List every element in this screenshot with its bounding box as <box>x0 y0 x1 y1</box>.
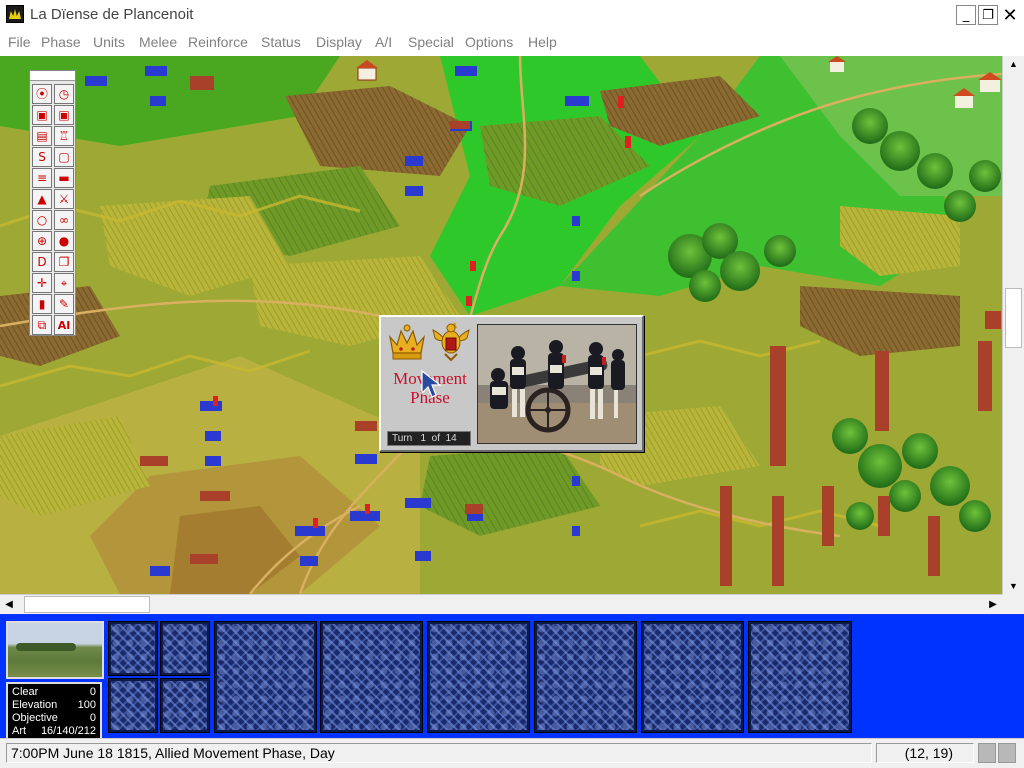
report-icon[interactable]: ≡ <box>32 168 52 188</box>
title-bar: La Dïense de Plancenoit _ ❐ ✕ <box>0 0 1024 30</box>
menu-special[interactable]: Special <box>408 34 454 50</box>
terrain-row-art: Art 16/140/212 <box>12 725 96 738</box>
terrain-value: 0 <box>89 712 96 724</box>
target-icon[interactable]: ⊕ <box>32 231 52 251</box>
unit-slot[interactable] <box>748 621 852 733</box>
clock-icon[interactable]: ◷ <box>54 84 74 104</box>
stack-icon[interactable]: ▤ <box>32 126 52 146</box>
terrain-label: Art <box>12 725 27 737</box>
scroll-right-arrow-icon[interactable]: ▶ <box>984 595 1002 614</box>
horizontal-scrollbar[interactable]: ◀ ▶ <box>0 594 1002 614</box>
terrain-row-elevation: Elevation 100 <box>12 699 96 712</box>
menu-reinforce[interactable]: Reinforce <box>188 34 248 50</box>
trash-all-icon[interactable]: ▣ <box>54 105 74 125</box>
move-arrows-icon[interactable]: ✛ <box>32 273 52 293</box>
menu-ai[interactable]: A/I <box>375 34 392 50</box>
menu-status[interactable]: Status <box>261 34 301 50</box>
status-bar: 7:00PM June 18 1815, Allied Movement Pha… <box>0 738 1024 768</box>
terrain-info-box: Clear 0 Elevation 100 Objective 0 Art 16… <box>6 682 102 744</box>
ball-icon[interactable]: ● <box>54 231 74 251</box>
crown-icon <box>389 324 425 360</box>
scroll-up-arrow-icon[interactable]: ▲ <box>1003 56 1024 72</box>
vertical-scroll-thumb[interactable] <box>1005 288 1022 348</box>
unit-slot[interactable] <box>108 678 158 733</box>
tool-palette: ⦿ ◷ ▣ ▣ ▤ ♖ S ▢ ≡ ▬ ▲ ⚔ ○ ∞ ⊕ ● D ❐ ✛ ⌖ ▮ ✎ ⧉ AI <box>29 70 76 336</box>
unit-slot[interactable] <box>641 621 744 733</box>
terrain-value: 16/140/212 <box>40 725 96 737</box>
window-title: La Dïense de Plancenoit <box>30 6 194 23</box>
binoculars-icon[interactable]: ∞ <box>54 210 74 230</box>
menu-phase[interactable]: Phase <box>41 34 81 50</box>
troops-icon[interactable]: ♖ <box>54 126 74 146</box>
terrain-label: Clear <box>12 686 39 698</box>
status-message: 7:00PM June 18 1815, Allied Movement Pha… <box>6 743 872 763</box>
terrain-label: Objective <box>12 712 58 724</box>
terrain-row-clear: Clear 0 <box>12 686 96 699</box>
oval-icon[interactable]: ▬ <box>54 168 74 188</box>
unit-slot[interactable] <box>534 621 637 733</box>
menu-display[interactable]: Display <box>316 34 362 50</box>
artillery-crew-image <box>477 324 637 444</box>
pyramid-icon[interactable]: ▲ <box>32 189 52 209</box>
frame-icon[interactable]: ▢ <box>54 147 74 167</box>
menu-bar: File Phase Units Melee Reinforce Status … <box>0 30 1024 54</box>
tool-palette-titlebar[interactable] <box>30 71 75 81</box>
menu-units[interactable]: Units <box>93 34 125 50</box>
scroll-down-arrow-icon[interactable]: ▼ <box>1003 578 1024 594</box>
ai-icon[interactable]: AI <box>54 315 74 335</box>
trash-can-icon[interactable]: ▣ <box>32 105 52 125</box>
scroll-s-icon[interactable]: S <box>32 147 52 167</box>
circle-icon[interactable]: ○ <box>32 210 52 230</box>
menu-melee[interactable]: Melee <box>139 34 177 50</box>
unit-slot[interactable] <box>160 678 210 733</box>
vertical-scrollbar[interactable]: ▲ ▼ <box>1002 56 1024 594</box>
terrain-value: 100 <box>77 699 96 711</box>
menu-help[interactable]: Help <box>528 34 557 50</box>
eagle-icon <box>432 322 470 362</box>
terrain-preview-image <box>6 621 104 679</box>
compass-icon[interactable]: ⦿ <box>32 84 52 104</box>
pen-icon[interactable]: ✎ <box>54 294 74 314</box>
crosshair-icon[interactable]: ⌖ <box>54 273 74 293</box>
door-icon[interactable]: ▮ <box>32 294 52 314</box>
terrain-value: 0 <box>89 686 96 698</box>
minimize-button[interactable]: _ <box>956 5 976 25</box>
status-indicator <box>998 743 1016 763</box>
unit-slot[interactable] <box>160 621 210 676</box>
d-icon[interactable]: D <box>32 252 52 272</box>
status-indicator <box>978 743 996 763</box>
scroll-left-arrow-icon[interactable]: ◀ <box>0 595 18 614</box>
horizontal-scroll-thumb[interactable] <box>24 596 150 613</box>
unit-info-panel: Clear 0 Elevation 100 Objective 0 Art 16… <box>0 614 1024 744</box>
unit-slot[interactable] <box>320 621 423 733</box>
unit-slot[interactable] <box>108 621 158 676</box>
crossed-swords-icon[interactable]: ⚔ <box>54 189 74 209</box>
menu-options[interactable]: Options <box>465 34 513 50</box>
mouse-cursor-icon <box>421 369 442 398</box>
terrain-label: Elevation <box>12 699 58 711</box>
menu-file[interactable]: File <box>8 34 31 50</box>
maximize-button[interactable]: ❐ <box>978 5 998 25</box>
close-button[interactable]: ✕ <box>1000 5 1020 26</box>
hex-coordinates: (12, 19) <box>876 743 974 763</box>
windows-icon[interactable]: ❐ <box>54 252 74 272</box>
unit-slot[interactable] <box>427 621 530 733</box>
turn-counter: Turn 1 of 14 <box>387 431 471 446</box>
overlap-icon[interactable]: ⧉ <box>32 315 52 335</box>
phase-dialog[interactable]: Movement Phase Turn 1 of 14 <box>379 315 644 452</box>
app-crown-icon <box>6 5 24 23</box>
scrollbar-corner <box>1002 594 1024 614</box>
unit-slot[interactable] <box>214 621 317 733</box>
terrain-row-objective: Objective 0 <box>12 712 96 725</box>
